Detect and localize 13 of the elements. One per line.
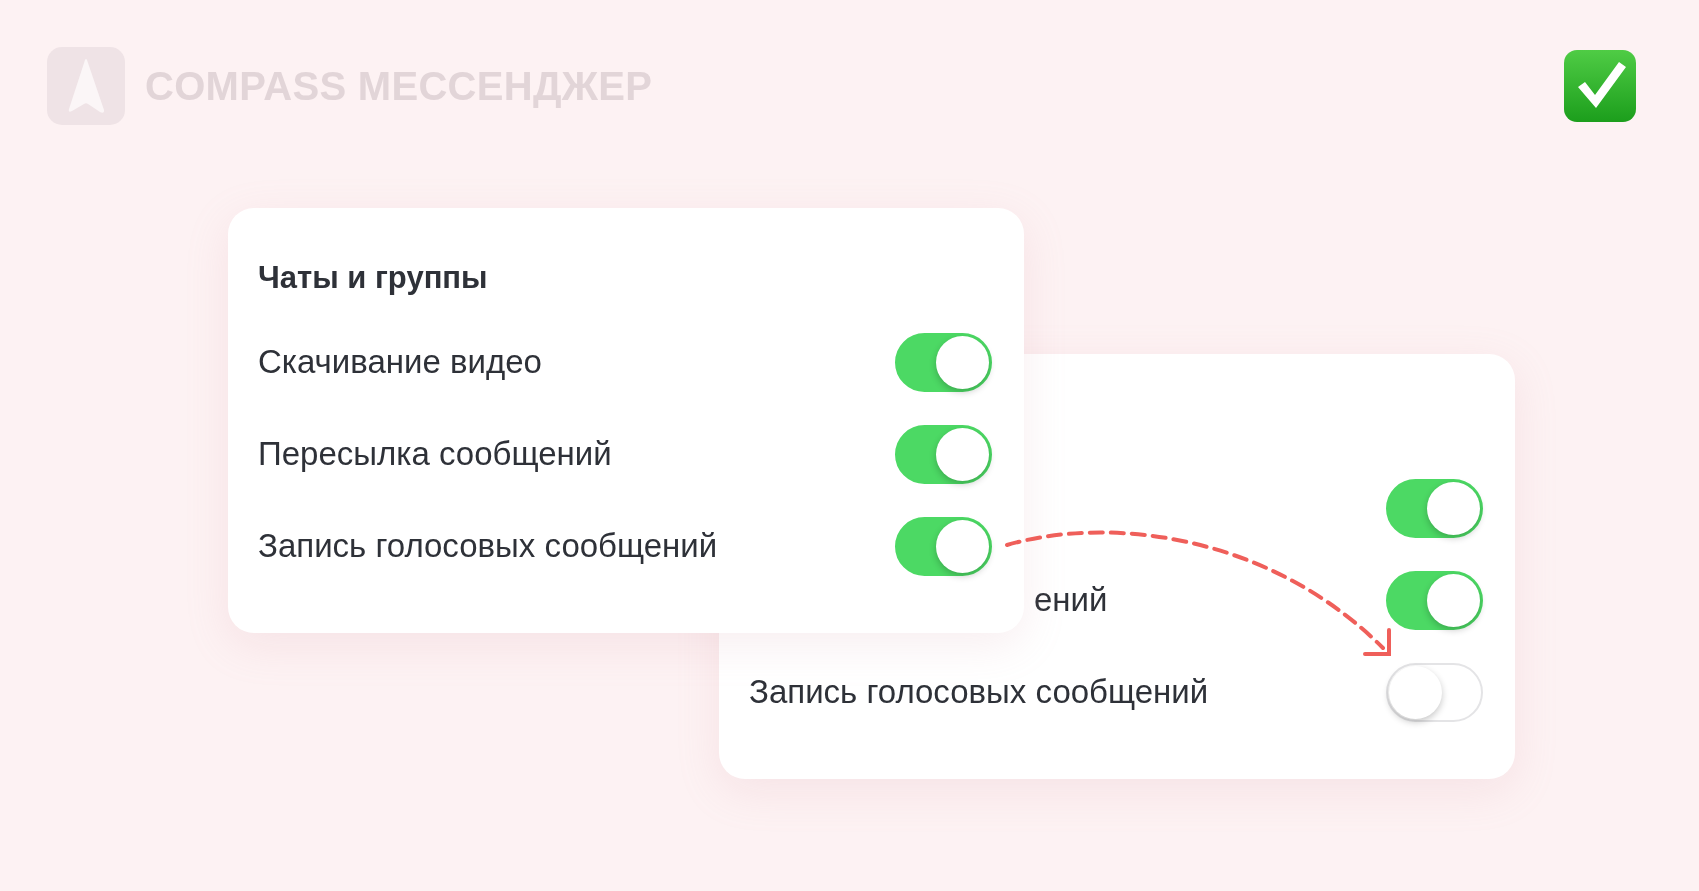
toggle-switch[interactable] (1386, 662, 1483, 722)
toggle-switch[interactable] (895, 332, 992, 392)
setting-label: Пересылка сообщений (258, 434, 612, 474)
setting-label: ений (1034, 580, 1108, 620)
toggle-switch[interactable] (1386, 478, 1483, 538)
toggle-switch[interactable] (1386, 570, 1483, 630)
setting-label: Запись голосовых сообщений (258, 526, 718, 566)
section-title: Чаты и группы (258, 259, 488, 297)
toggle-switch[interactable] (895, 424, 992, 484)
check-mark-icon (1564, 50, 1636, 122)
toggle-switch[interactable] (895, 516, 992, 576)
setting-label: Запись голосовых сообщений (749, 672, 1209, 712)
setting-label: Скачивание видео (258, 342, 542, 382)
